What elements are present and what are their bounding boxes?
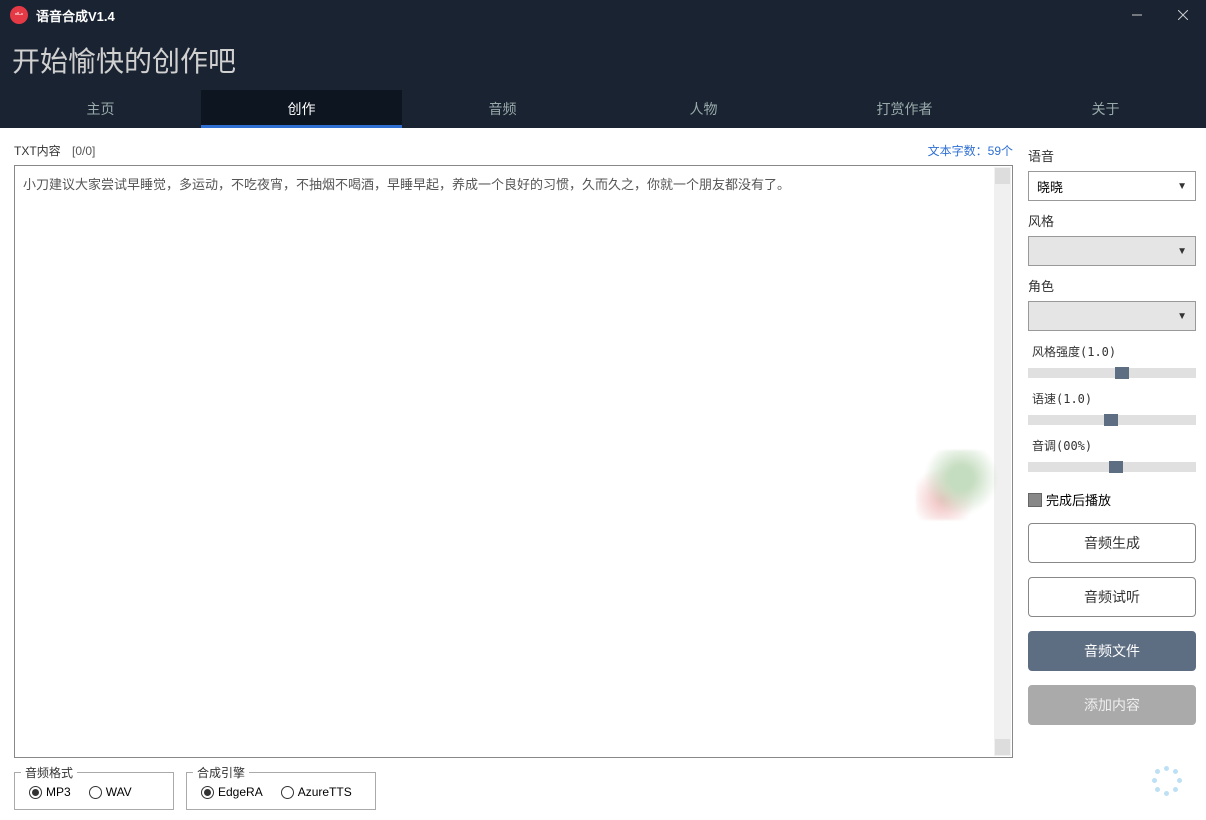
char-count: 文本字数：59个 [928,142,1013,159]
txt-content-label: TXT内容 [14,144,61,158]
pitch-label: 音调(00%) [1028,437,1196,454]
radio-icon [89,786,102,799]
audio-format-group: 音频格式 MP3 WAV [14,772,174,810]
engine-legend: 合成引擎 [193,764,249,781]
scrollbar[interactable] [994,167,1011,756]
role-select[interactable]: ▼ [1028,301,1196,331]
audio-file-button[interactable]: 音频文件 [1028,631,1196,671]
txt-counter: [0/0] [72,144,95,158]
role-label: 角色 [1028,276,1196,295]
tab-bar: 主页 创作 音频 人物 打赏作者 关于 [0,90,1206,128]
pitch-slider[interactable] [1028,462,1196,472]
header: 开始愉快的创作吧 [0,30,1206,90]
speed-label: 语速(1.0) [1028,390,1196,407]
radio-azuretts[interactable]: AzureTTS [281,785,352,799]
style-intensity-label: 风格强度(1.0) [1028,343,1196,360]
app-logo-icon [10,6,28,24]
voice-label: 语音 [1028,146,1196,165]
window-title: 语音合成V1.4 [36,6,1114,25]
tab-donate[interactable]: 打赏作者 [804,90,1005,128]
tab-create[interactable]: 创作 [201,90,402,128]
tab-audio[interactable]: 音频 [402,90,603,128]
preview-button[interactable]: 音频试听 [1028,577,1196,617]
chevron-down-icon: ▼ [1177,181,1187,192]
text-input-wrap [14,165,1013,758]
style-intensity-slider[interactable] [1028,368,1196,378]
tab-home[interactable]: 主页 [0,90,201,128]
page-title: 开始愉快的创作吧 [12,40,236,80]
tab-characters[interactable]: 人物 [603,90,804,128]
chevron-down-icon: ▼ [1177,311,1187,322]
radio-icon [29,786,42,799]
play-after-checkbox[interactable]: 完成后播放 [1028,490,1196,509]
minimize-button[interactable] [1114,0,1160,30]
titlebar: 语音合成V1.4 [0,0,1206,30]
tab-about[interactable]: 关于 [1005,90,1206,128]
style-label: 风格 [1028,211,1196,230]
voice-select[interactable]: 晓晓 ▼ [1028,171,1196,201]
radio-edgera[interactable]: EdgeRA [201,785,263,799]
engine-group: 合成引擎 EdgeRA AzureTTS [186,772,376,810]
style-select[interactable]: ▼ [1028,236,1196,266]
close-button[interactable] [1160,0,1206,30]
add-content-button[interactable]: 添加内容 [1028,685,1196,725]
chevron-down-icon: ▼ [1177,246,1187,257]
checkbox-icon [1028,493,1042,507]
speed-slider[interactable] [1028,415,1196,425]
radio-wav[interactable]: WAV [89,785,132,799]
audio-format-legend: 音频格式 [21,764,77,781]
generate-button[interactable]: 音频生成 [1028,523,1196,563]
loading-spinner-icon [1152,766,1182,796]
text-input[interactable] [15,166,1012,757]
radio-icon [281,786,294,799]
radio-icon [201,786,214,799]
radio-mp3[interactable]: MP3 [29,785,71,799]
